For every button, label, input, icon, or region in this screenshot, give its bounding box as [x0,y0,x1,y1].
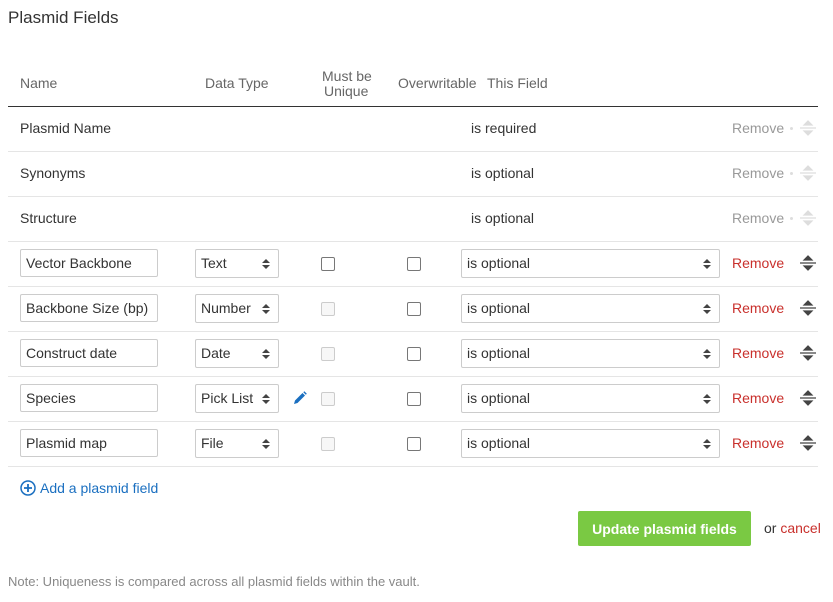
requirement-value: is optional [467,345,531,361]
requirement-value: is optional [467,255,531,271]
field-name-input[interactable]: Backbone Size (bp) [20,294,158,322]
cancel-link[interactable]: cancel [780,520,820,536]
requirement-value: is optional [467,300,531,316]
header-this-field: This Field [487,75,548,91]
remove-button[interactable]: Remove [732,255,784,271]
add-plasmid-field-label: Add a plasmid field [40,480,159,496]
remove-disabled: Remove [732,210,785,226]
overwritable-checkbox[interactable] [407,302,421,316]
must-be-unique-checkbox-disabled [321,347,335,361]
field-name: Synonyms [20,165,86,181]
select-arrows-icon [703,259,711,269]
page-title: Plasmid Fields [8,8,119,27]
drag-handle-icon[interactable] [799,434,817,452]
field-status: is required [471,120,537,136]
must-be-unique-checkbox-disabled [321,437,335,451]
or-cancel: or cancel [764,520,821,536]
select-arrows-icon [262,304,270,314]
data-type-select[interactable]: File [195,429,279,458]
select-arrows-icon [703,439,711,449]
drag-handle-icon[interactable] [799,389,817,407]
select-arrows-icon [262,394,270,404]
or-text: or [764,520,777,536]
select-arrows-icon [703,304,711,314]
requirement-select[interactable]: is optional [461,294,720,323]
row-divider [8,241,818,242]
requirement-select[interactable]: is optional [461,249,720,278]
overwritable-checkbox[interactable] [407,347,421,361]
header-divider [8,106,818,107]
header-must-be-unique-line1: Must be [322,68,372,84]
remove-disabled: Remove [732,120,785,136]
must-be-unique-checkbox-disabled [321,392,335,406]
header-must-be-unique-line2: Unique [324,83,369,99]
drag-handle-icon[interactable] [799,254,817,272]
requirement-select[interactable]: is optional [461,429,720,458]
add-plasmid-field-link[interactable]: Add a plasmid field [20,480,158,496]
row-divider [8,421,818,422]
uniqueness-note: Note: Uniqueness is compared across all … [8,574,420,589]
requirement-value: is optional [467,435,531,451]
drag-handle-icon[interactable] [799,299,817,317]
select-arrows-icon [262,349,270,359]
remove-button[interactable]: Remove [732,345,784,361]
header-name: Name [20,75,58,91]
requirement-value: is optional [467,390,531,406]
field-status: is optional [471,165,535,181]
field-name-input[interactable]: Plasmid map [20,429,158,457]
data-type-select[interactable]: Date [195,339,279,368]
overwritable-checkbox[interactable] [407,392,421,406]
field-name-input[interactable]: Vector Backbone [20,249,158,277]
data-type-select[interactable]: Pick List [195,384,279,413]
must-be-unique-checkbox[interactable] [321,257,335,271]
row-divider [8,466,818,467]
select-arrows-icon [262,439,270,449]
remove-button[interactable]: Remove [732,435,784,451]
must-be-unique-checkbox-disabled [321,302,335,316]
separator-dot [790,127,793,130]
data-type-value: File [201,435,224,451]
requirement-select[interactable]: is optional [461,339,720,368]
data-type-value: Date [201,345,231,361]
field-name: Plasmid Name [20,120,112,136]
row-divider [8,286,818,287]
data-type-select[interactable]: Number [195,294,279,323]
field-name-input[interactable]: Species [20,384,158,412]
remove-button[interactable]: Remove [732,390,784,406]
select-arrows-icon [262,259,270,269]
drag-handle-icon [800,210,816,226]
edit-pick-list-pencil-icon[interactable] [293,391,307,405]
field-status: is optional [471,210,535,226]
header-overwritable: Overwritable [398,75,477,91]
requirement-select[interactable]: is optional [461,384,720,413]
field-name: Structure [20,210,77,226]
remove-disabled: Remove [732,165,785,181]
data-type-value: Number [201,300,251,316]
field-name-input[interactable]: Construct date [20,339,158,367]
plus-circle-icon [20,480,36,496]
drag-handle-icon [800,165,816,181]
separator-dot [790,217,793,220]
row-divider [8,151,818,152]
header-data-type: Data Type [205,75,269,91]
drag-handle-icon [800,120,816,136]
select-arrows-icon [703,394,711,404]
data-type-value: Text [201,255,227,271]
drag-handle-icon[interactable] [799,344,817,362]
overwritable-checkbox[interactable] [407,257,421,271]
row-divider [8,196,818,197]
row-divider [8,376,818,377]
select-arrows-icon [703,349,711,359]
update-plasmid-fields-button[interactable]: Update plasmid fields [578,511,751,546]
separator-dot [790,172,793,175]
overwritable-checkbox[interactable] [407,437,421,451]
data-type-value: Pick List [201,390,254,406]
remove-button[interactable]: Remove [732,300,784,316]
data-type-select[interactable]: Text [195,249,279,278]
row-divider [8,331,818,332]
